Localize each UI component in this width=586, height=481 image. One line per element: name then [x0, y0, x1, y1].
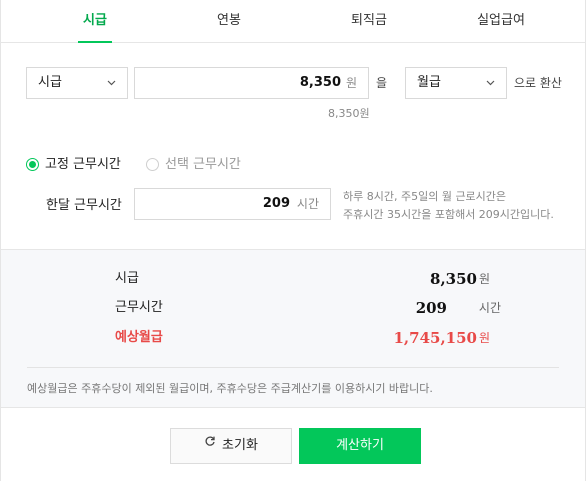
chevron-down-icon — [107, 78, 116, 86]
amount-input[interactable]: 8,350 원 — [134, 67, 369, 99]
radio-checked-icon — [26, 158, 39, 171]
tab-severance[interactable]: 퇴직금 — [344, 0, 394, 43]
tab-bar: 시급 연봉 퇴직금 실업급여 — [0, 0, 586, 43]
chevron-down-icon — [486, 78, 495, 86]
radio-fixed-label: 고정 근무시간 — [45, 157, 121, 172]
from-unit-label: 시급 — [38, 75, 62, 90]
tab-unemployment-benefit[interactable]: 실업급여 — [470, 0, 532, 43]
tab-hourly[interactable]: 시급 — [78, 0, 112, 43]
summary-row-expected-salary: 예상월급 1,745,150 원 — [1, 327, 585, 349]
radio-unchecked-icon — [146, 158, 159, 171]
refresh-icon — [204, 427, 216, 461]
work-hours-value: 209 — [262, 196, 290, 211]
summary-value: 209 — [415, 299, 447, 317]
work-hours-unit: 시간 — [296, 197, 319, 211]
summary-label: 근무시간 — [115, 300, 163, 315]
work-hours-help-line1: 하루 8시간, 주5일의 월 근로시간은 — [343, 190, 507, 203]
summary-note: 예상월급은 주휴수당이 제외된 월급이며, 주휴수당은 주급계산기를 이용하시기… — [27, 382, 433, 395]
work-hours-help-line2: 주휴시간 35시간을 포함해서 209시간입니다. — [343, 208, 554, 221]
summary-value: 1,745,150 — [393, 329, 477, 347]
summary-unit: 시간 — [478, 301, 501, 315]
reset-button[interactable]: 초기화 — [170, 428, 292, 464]
work-hours-label: 한달 근무시간 — [46, 198, 122, 213]
summary-value: 8,350 — [430, 270, 477, 288]
to-unit-label: 월급 — [417, 75, 441, 90]
amount-value: 8,350 — [299, 75, 341, 90]
action-bar: 초기화 계산하기 — [1, 407, 585, 481]
particle-text: 을 — [376, 76, 388, 90]
reset-label: 초기화 — [222, 438, 258, 453]
summary-row-hourly: 시급 8,350 원 — [1, 268, 585, 290]
radio-optional-label: 선택 근무시간 — [165, 157, 241, 172]
calculate-button[interactable]: 계산하기 — [299, 428, 421, 464]
summary-unit: 원 — [479, 272, 491, 286]
calculate-label: 계산하기 — [336, 438, 384, 453]
summary-label: 예상월급 — [115, 330, 163, 345]
radio-optional-hours[interactable]: 선택 근무시간 — [146, 156, 246, 174]
amount-hint: 8,350원 — [328, 107, 370, 120]
summary-row-hours: 근무시간 209 시간 — [1, 297, 585, 319]
tab-annual-salary[interactable]: 연봉 — [208, 0, 250, 43]
radio-fixed-hours[interactable]: 고정 근무시간 — [26, 156, 126, 174]
to-unit-select[interactable]: 월급 — [405, 67, 507, 99]
convert-suffix: 으로 환산 — [514, 76, 562, 90]
amount-unit: 원 — [345, 76, 357, 90]
summary-unit: 원 — [479, 331, 491, 345]
summary-divider — [27, 367, 559, 368]
result-summary: 시급 8,350 원 근무시간 209 시간 예상월급 1,745,150 원 … — [1, 249, 585, 407]
work-hours-input[interactable]: 209 시간 — [134, 188, 331, 220]
summary-label: 시급 — [115, 271, 139, 286]
from-unit-select[interactable]: 시급 — [26, 67, 128, 99]
